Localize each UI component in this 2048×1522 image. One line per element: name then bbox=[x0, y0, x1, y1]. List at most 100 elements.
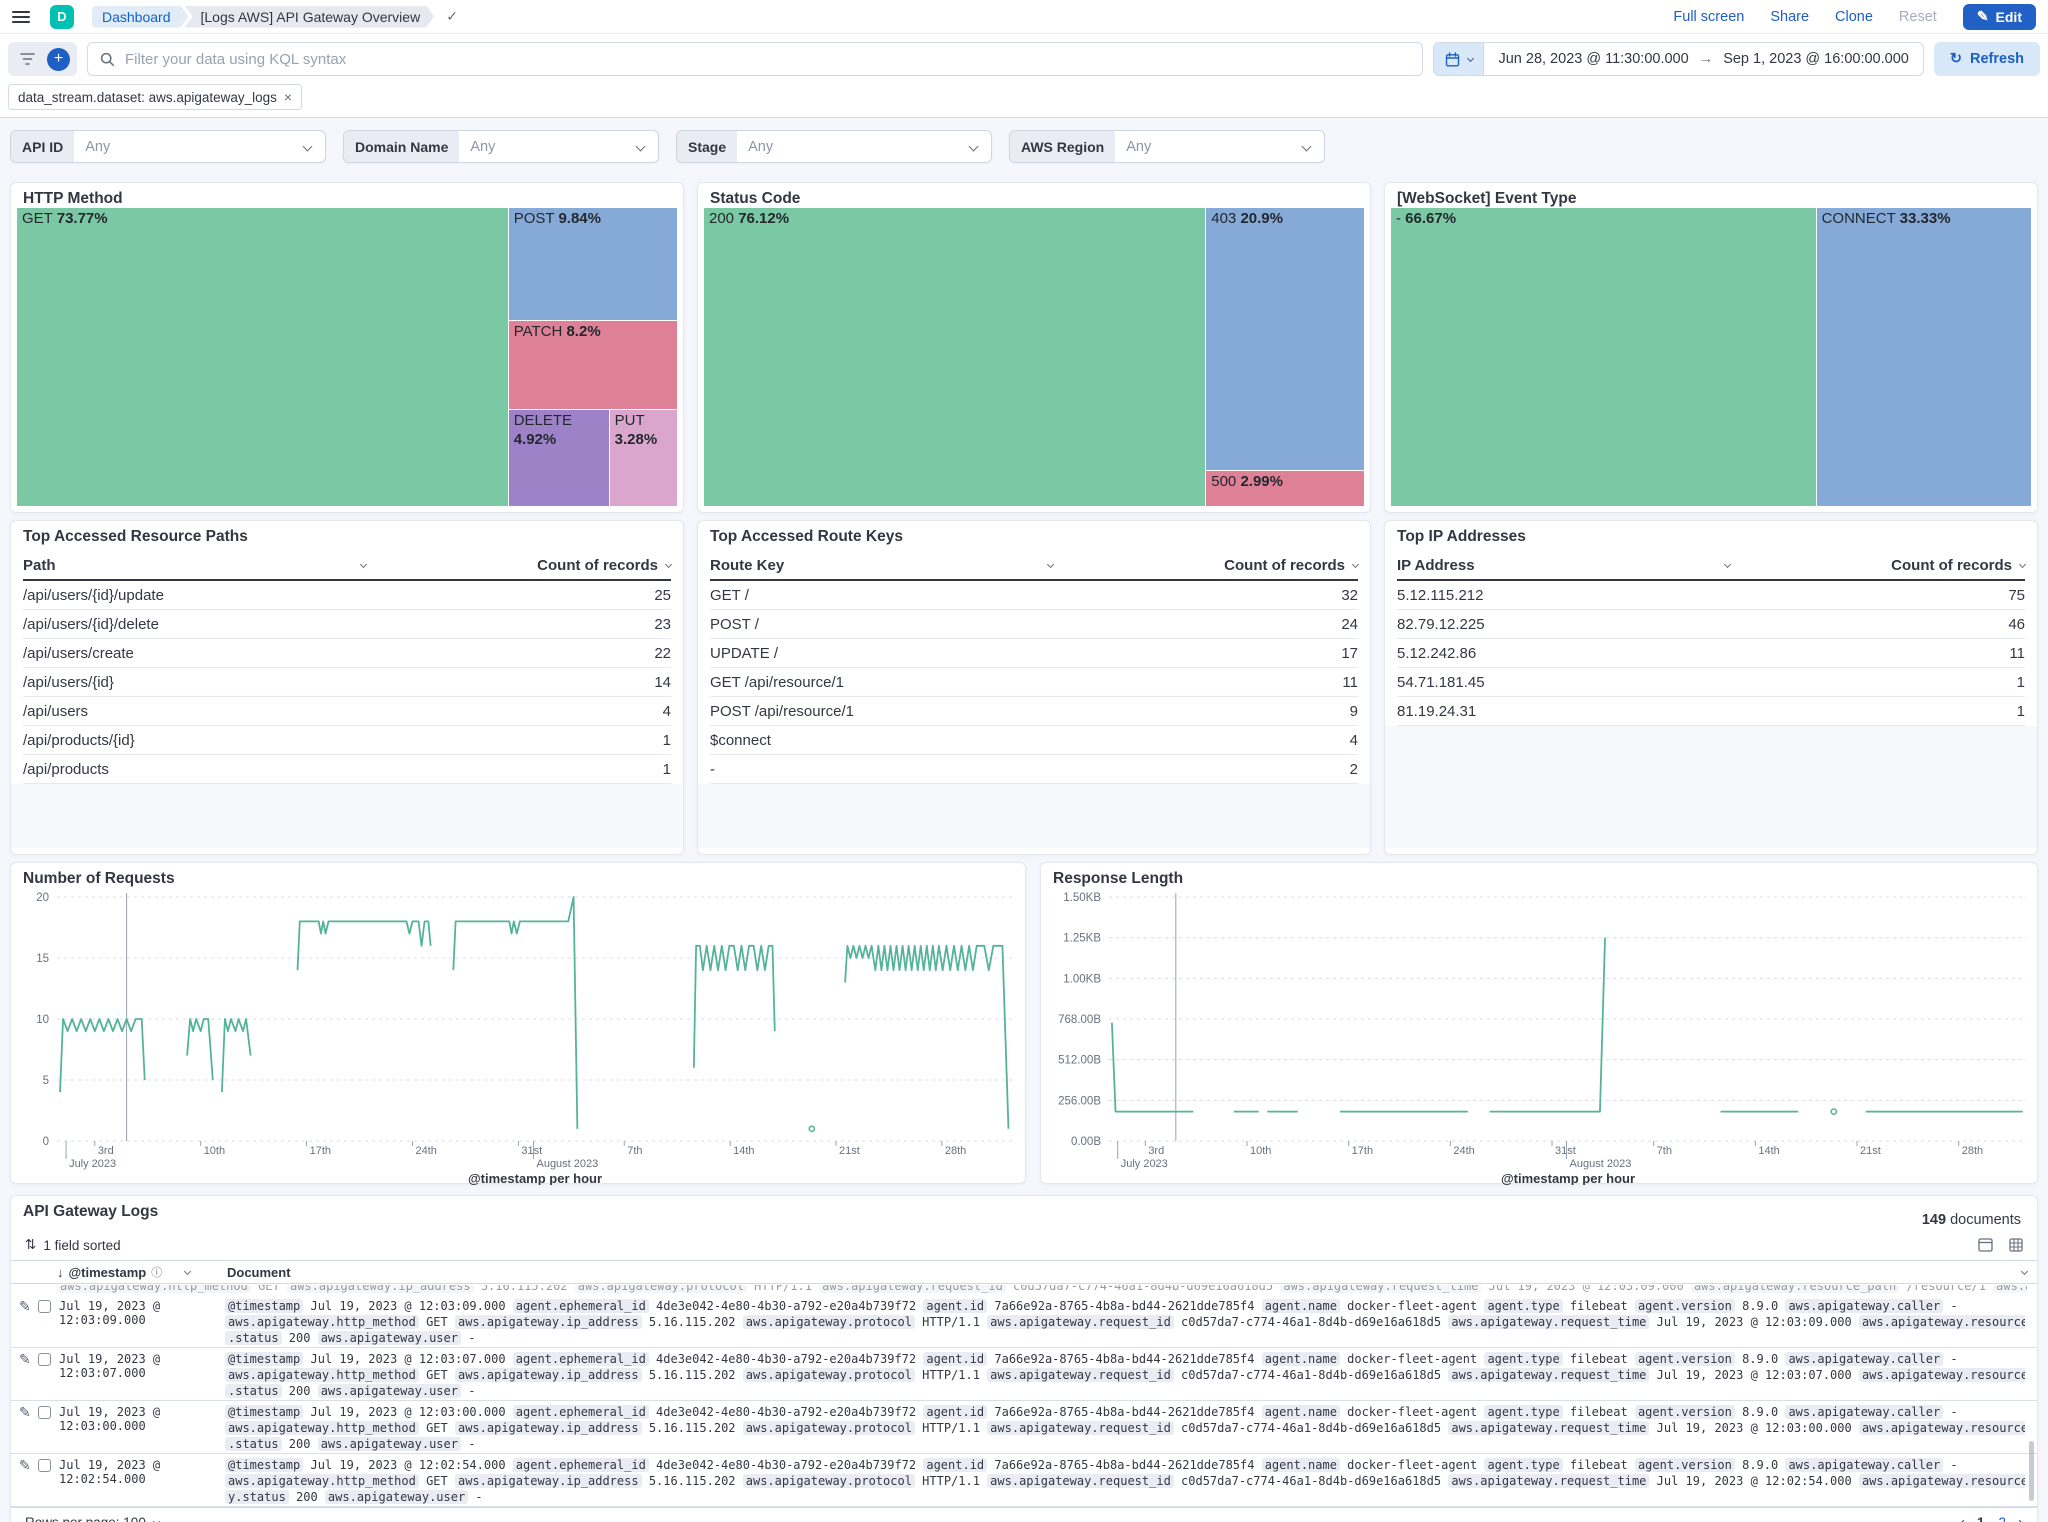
table-key-header[interactable]: IP Address bbox=[1397, 557, 1730, 574]
row-checkbox[interactable] bbox=[38, 1353, 51, 1366]
row-checkbox[interactable] bbox=[38, 1406, 51, 1419]
filter-pill-datastream[interactable]: data_stream.dataset: aws.apigateway_logs… bbox=[8, 84, 302, 110]
table-row: 5.12.242.8611 bbox=[1397, 639, 2025, 668]
treemap-tile[interactable]: 403 20.9% bbox=[1206, 208, 1364, 471]
rows-per-page-button[interactable]: Rows per page: 100 bbox=[25, 1515, 159, 1522]
fields-sorted-button[interactable]: ⇅ 1 field sorted bbox=[25, 1237, 121, 1253]
table-value-header[interactable]: Count of records bbox=[1730, 557, 2025, 574]
log-document-line: y.status 200 aws.apigateway.user - bbox=[225, 1489, 2025, 1505]
table-row: 5.12.115.21275 bbox=[1397, 581, 2025, 610]
table-row: -2 bbox=[710, 755, 1358, 784]
remove-filter-icon[interactable]: × bbox=[284, 89, 292, 105]
grid-view-icon[interactable] bbox=[2009, 1238, 2023, 1252]
svg-text:August 2023: August 2023 bbox=[536, 1158, 598, 1170]
clipped-log-row: aws.apigateway.http_method GET aws.apiga… bbox=[57, 1285, 2027, 1295]
treemap-tile[interactable]: PATCH 8.2% bbox=[509, 321, 677, 410]
expand-document-icon[interactable]: ✎ bbox=[19, 1457, 31, 1474]
svg-text:1.25KB: 1.25KB bbox=[1063, 933, 1101, 945]
full-screen-link[interactable]: Full screen bbox=[1673, 9, 1744, 25]
control-value: Any bbox=[459, 139, 637, 155]
field-name-pill: aws.apigateway.resource_path bbox=[1691, 1285, 1899, 1293]
date-from[interactable]: Jun 28, 2023 @ 11:30:00.000 bbox=[1498, 51, 1688, 67]
resource-paths-table: PathCount of records/api/users/{id}/upda… bbox=[23, 551, 671, 848]
field-name-pill: aws.apigateway.user bbox=[318, 1331, 461, 1345]
date-picker: Jun 28, 2023 @ 11:30:00.000 → Sep 1, 202… bbox=[1433, 42, 1923, 76]
treemap-tile[interactable]: - 66.67% bbox=[1391, 208, 1817, 506]
expand-document-icon[interactable]: ✎ bbox=[19, 1351, 31, 1368]
field-name-pill: @timestamp bbox=[225, 1299, 303, 1313]
page-1[interactable]: 1 bbox=[1977, 1515, 1985, 1522]
field-name-pill: agent.ephemeral_id bbox=[513, 1405, 649, 1419]
chevron-down-icon bbox=[2021, 1267, 2028, 1274]
add-filter-button[interactable]: + bbox=[47, 48, 70, 71]
table-cell-key: /api/products/{id} bbox=[23, 732, 412, 749]
table-value-header[interactable]: Count of records bbox=[366, 557, 671, 574]
table-key-header[interactable]: Route Key bbox=[710, 557, 1053, 574]
breadcrumb-dashboard[interactable]: Dashboard bbox=[92, 6, 189, 28]
document-column-header[interactable]: Document bbox=[219, 1265, 2037, 1280]
table-cell-key: $connect bbox=[710, 732, 1099, 749]
tile-label: DELETE bbox=[514, 412, 572, 429]
control-stage[interactable]: StageAny bbox=[676, 130, 992, 163]
control-value: Any bbox=[74, 139, 304, 155]
field-name-pill: aws.apigateway.caller bbox=[1785, 1299, 1943, 1313]
table-row: POST /api/resource/19 bbox=[710, 697, 1358, 726]
space-avatar[interactable]: D bbox=[50, 5, 74, 29]
edit-button[interactable]: ✎ Edit bbox=[1963, 4, 2036, 30]
svg-text:768.00B: 768.00B bbox=[1058, 1014, 1101, 1026]
reset-link[interactable]: Reset bbox=[1899, 9, 1937, 25]
chevron-down-icon bbox=[184, 1267, 191, 1274]
table-header-row: IP AddressCount of records bbox=[1397, 551, 2025, 581]
date-range[interactable]: Jun 28, 2023 @ 11:30:00.000 → Sep 1, 202… bbox=[1484, 43, 1922, 75]
tile-percent: 9.84% bbox=[558, 210, 601, 227]
chevron-down-icon bbox=[2019, 560, 2026, 567]
timestamp-column-header[interactable]: ↓ @timestamp ⓘ bbox=[57, 1264, 219, 1280]
refresh-button[interactable]: ↻ Refresh bbox=[1934, 42, 2040, 76]
table-value-header[interactable]: Count of records bbox=[1053, 557, 1358, 574]
next-page-icon[interactable]: › bbox=[2018, 1514, 2023, 1522]
treemap-tile[interactable]: DELETE 4.92% bbox=[509, 410, 610, 506]
display-options-icon[interactable] bbox=[1978, 1238, 1993, 1252]
tile-percent: 33.33% bbox=[1900, 210, 1951, 227]
control-aws-region[interactable]: AWS RegionAny bbox=[1009, 130, 1325, 163]
control-api-id[interactable]: API IDAny bbox=[10, 130, 326, 163]
kql-input[interactable] bbox=[125, 51, 1410, 68]
treemap-tile[interactable]: PUT 3.28% bbox=[610, 410, 677, 506]
row-checkbox[interactable] bbox=[38, 1459, 51, 1472]
filter-menu-icon[interactable] bbox=[15, 47, 39, 71]
table-cell-value: 1 bbox=[1774, 674, 2025, 691]
page-2[interactable]: 2 bbox=[1998, 1515, 2006, 1522]
previous-page-icon[interactable]: ‹ bbox=[1960, 1514, 1965, 1522]
http-method-treemap: GET 73.77%POST 9.84%PATCH 8.2%DELETE 4.9… bbox=[17, 208, 677, 506]
sort-desc-icon: ↓ bbox=[57, 1265, 64, 1280]
info-icon: ⓘ bbox=[151, 1264, 162, 1280]
share-link[interactable]: Share bbox=[1770, 9, 1809, 25]
control-domain-name[interactable]: Domain NameAny bbox=[343, 130, 659, 163]
table-cell-key: GET / bbox=[710, 587, 1099, 604]
table-key-header[interactable]: Path bbox=[23, 557, 366, 574]
treemap-tile[interactable]: 200 76.12% bbox=[704, 208, 1206, 506]
expand-document-icon[interactable]: ✎ bbox=[19, 1404, 31, 1421]
table-row: 82.79.12.22546 bbox=[1397, 610, 2025, 639]
field-name-pill: aws.apigateway.ip_address bbox=[455, 1421, 642, 1435]
treemap-tile[interactable]: 500 2.99% bbox=[1206, 471, 1364, 506]
date-quick-select-button[interactable] bbox=[1434, 43, 1484, 75]
svg-text:7th: 7th bbox=[627, 1145, 642, 1157]
treemap-tile[interactable]: GET 73.77% bbox=[17, 208, 509, 506]
date-to[interactable]: Sep 1, 2023 @ 16:00:00.000 bbox=[1723, 51, 1909, 67]
table-row: 54.71.181.451 bbox=[1397, 668, 2025, 697]
vertical-scrollbar[interactable] bbox=[2029, 1441, 2034, 1501]
table-cell-key: /api/users/{id}/delete bbox=[23, 616, 412, 633]
expand-document-icon[interactable]: ✎ bbox=[19, 1298, 31, 1315]
row-checkbox[interactable] bbox=[38, 1300, 51, 1313]
treemap-tile[interactable]: POST 9.84% bbox=[509, 208, 677, 321]
tile-label: 500 bbox=[1211, 473, 1240, 490]
panel-title: Top Accessed Resource Paths bbox=[23, 528, 248, 546]
svg-text:5: 5 bbox=[43, 1075, 49, 1087]
field-name-pill: aws.apigateway.request_id bbox=[819, 1285, 1006, 1293]
chevron-down-icon bbox=[636, 142, 646, 152]
log-row: ✎Jul 19, 2023 @ 12:03:07.000@timestamp J… bbox=[11, 1348, 2037, 1401]
treemap-tile[interactable]: CONNECT 33.33% bbox=[1817, 208, 2031, 506]
clone-link[interactable]: Clone bbox=[1835, 9, 1873, 25]
menu-icon[interactable] bbox=[12, 11, 30, 23]
